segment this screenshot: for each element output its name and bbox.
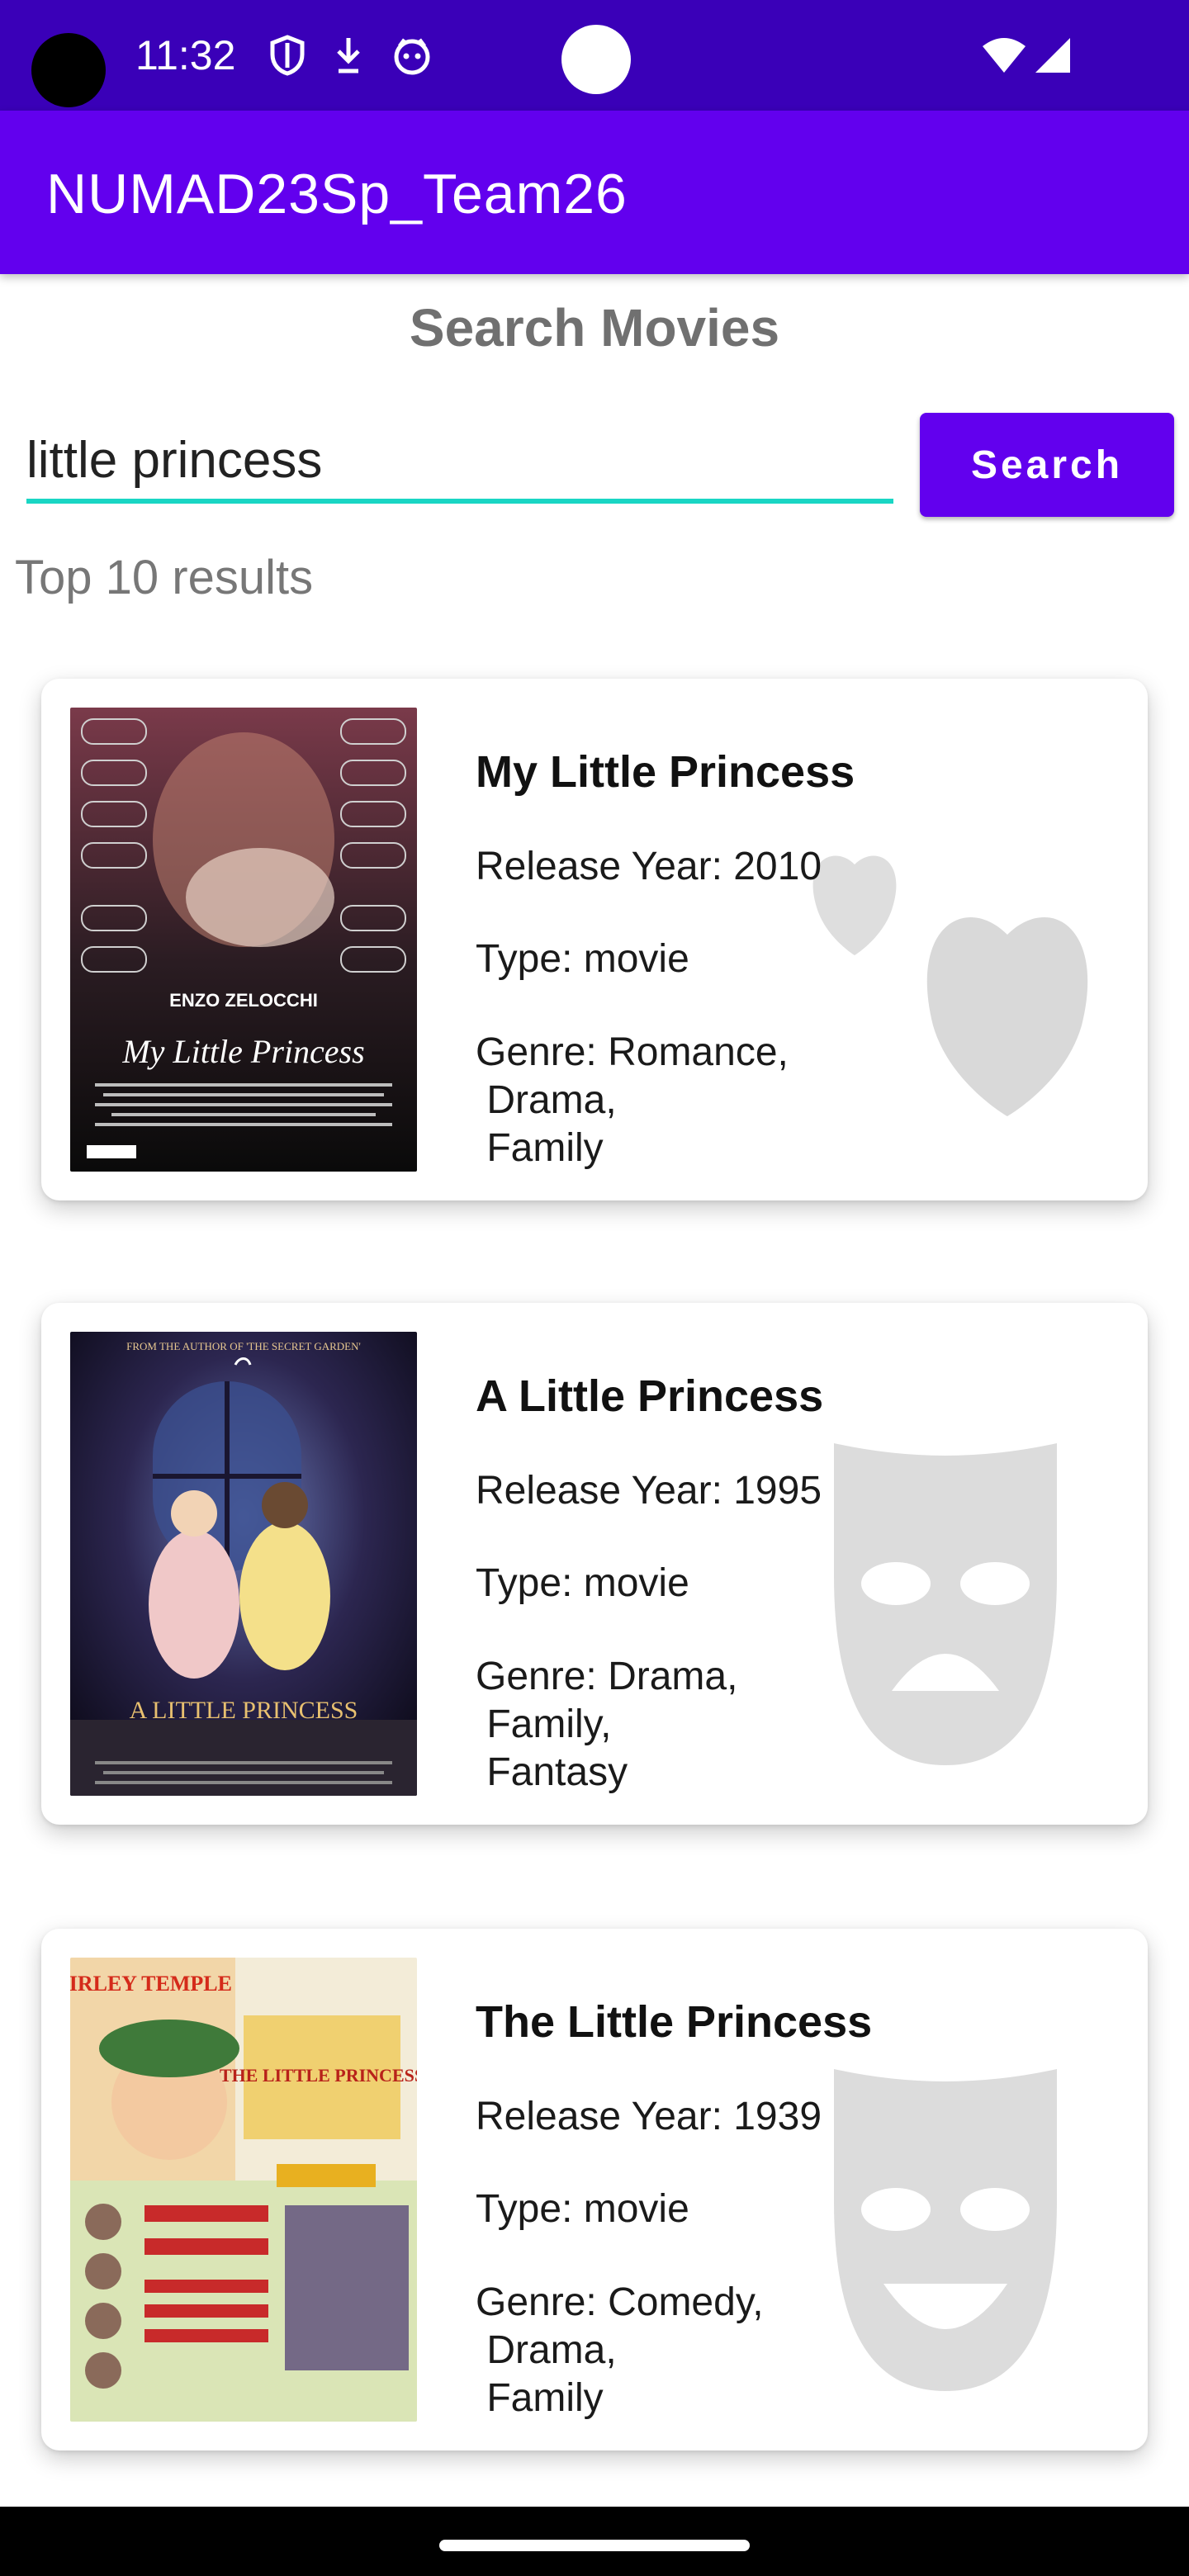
- release-year: Release Year: 1995: [476, 1469, 822, 1513]
- movie-card-a-little-princess[interactable]: FROM THE AUTHOR OF 'THE SECRET GARDEN' A…: [41, 1303, 1148, 1825]
- movie-title: My Little Princess: [476, 747, 855, 797]
- results-label: Top 10 results: [15, 551, 314, 604]
- home-gesture-handle[interactable]: [439, 2540, 750, 2551]
- release-year: Release Year: 2010: [476, 845, 822, 888]
- movie-card-the-little-princess[interactable]: SHIRLEY TEMPLE THE LITTLE PRINCESS The L…: [41, 1929, 1148, 2451]
- movie-type: Type: movie: [476, 1561, 689, 1605]
- movie-genre: Genre: Comedy, Drama, Family: [476, 2280, 764, 2420]
- camera-cutout: [31, 33, 106, 107]
- face-icon: [391, 35, 433, 80]
- status-bar: 11:32: [0, 0, 1189, 111]
- download-icon: [334, 35, 363, 80]
- search-input[interactable]: [26, 421, 893, 504]
- shield-icon: [269, 35, 306, 80]
- page-title: Search Movies: [409, 298, 780, 358]
- app-title: NUMAD23Sp_Team26: [46, 163, 628, 225]
- poster-tagline: FROM THE AUTHOR OF 'THE SECRET GARDEN': [126, 1340, 361, 1352]
- movie-title: The Little Princess: [476, 1997, 873, 2047]
- movie-poster: ENZO ZELOCCHI My Little Princess: [70, 708, 417, 1172]
- signal-icon: [1034, 36, 1072, 78]
- poster-title: THE LITTLE PRINCESS: [220, 2065, 417, 2086]
- release-year: Release Year: 1939: [476, 2095, 822, 2138]
- wifi-icon: [981, 36, 1027, 78]
- poster-title: A LITTLE PRINCESS: [130, 1697, 358, 1724]
- poster-star: SHIRLEY TEMPLE: [70, 1972, 232, 1996]
- movie-poster: FROM THE AUTHOR OF 'THE SECRET GARDEN' A…: [70, 1332, 417, 1796]
- movie-title: A Little Princess: [476, 1371, 824, 1421]
- app-bar: NUMAD23Sp_Team26: [0, 111, 1189, 274]
- movie-type: Type: movie: [476, 2187, 689, 2231]
- poster-credit: ENZO ZELOCCHI: [169, 990, 318, 1011]
- movie-type: Type: movie: [476, 937, 689, 981]
- movie-genre: Genre: Drama, Family, Fantasy: [476, 1655, 738, 1794]
- navigation-bar: [0, 2507, 1189, 2576]
- movie-genre: Genre: Romance, Drama, Family: [476, 1030, 789, 1170]
- search-button[interactable]: Search: [920, 413, 1174, 517]
- movie-card-my-little-princess[interactable]: ENZO ZELOCCHI My Little Princess My Litt…: [41, 679, 1148, 1200]
- notification-dot: [561, 25, 631, 94]
- poster-title: My Little Princess: [121, 1033, 364, 1070]
- movie-poster: SHIRLEY TEMPLE THE LITTLE PRINCESS: [70, 1958, 417, 2422]
- clock: 11:32: [135, 32, 236, 78]
